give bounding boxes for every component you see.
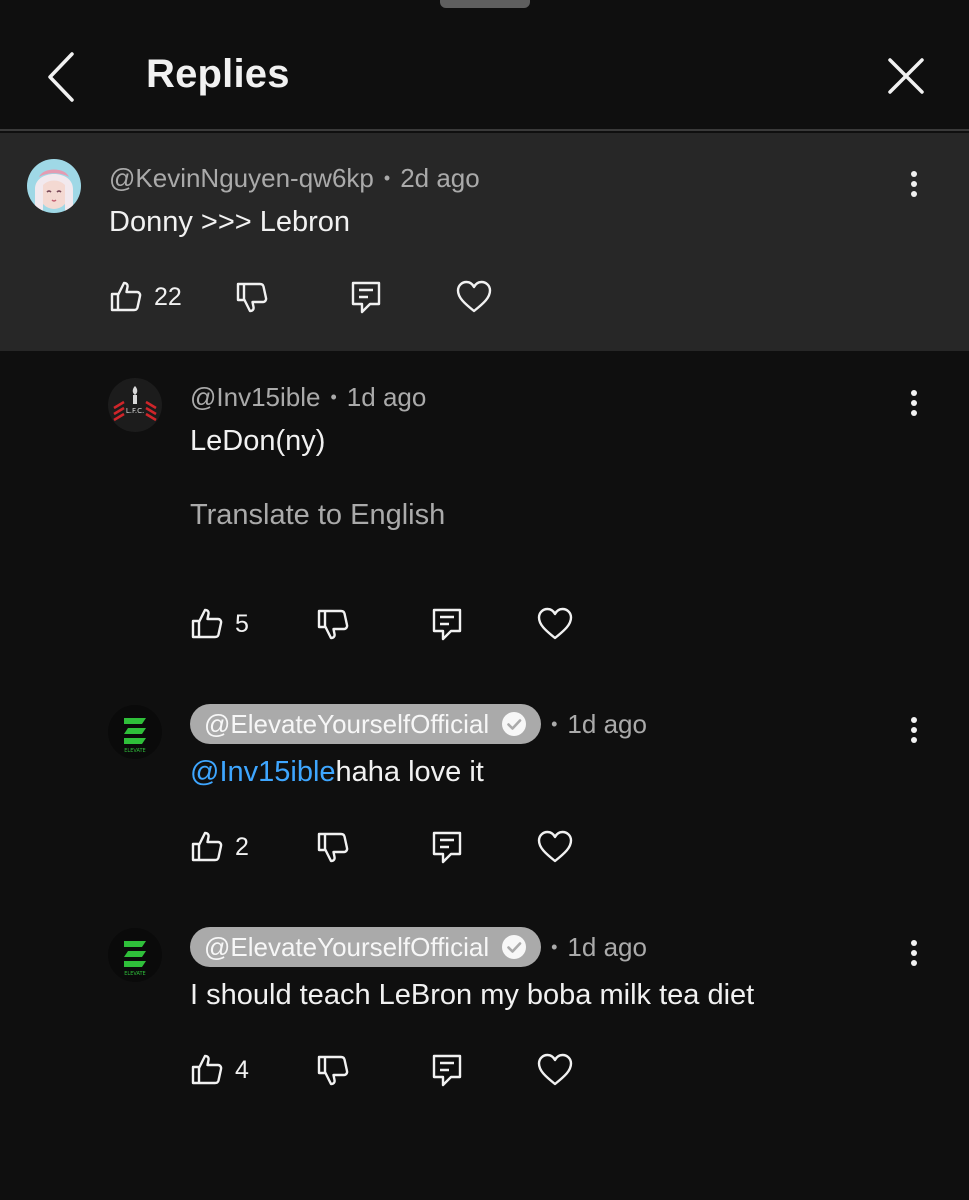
- heart-icon: [537, 606, 573, 642]
- heart-button[interactable]: [456, 277, 492, 317]
- separator-dot: •: [551, 936, 558, 957]
- comment-text: LeDon(ny): [190, 425, 326, 457]
- comment-icon: [429, 1052, 465, 1088]
- comment-time: 1d ago: [346, 382, 427, 412]
- like-button[interactable]: 22: [108, 277, 182, 317]
- parent-comment: @KevinNguyen-qw6kp • 2d ago Donny >>> Le…: [0, 133, 969, 351]
- thumb-down-icon: [234, 279, 270, 315]
- comment-actions: 2: [189, 827, 589, 867]
- like-count: 5: [235, 609, 249, 638]
- comment-meta: @KevinNguyen-qw6kp • 2d ago: [109, 163, 480, 194]
- lfc-avatar-image: L.F.C.: [108, 378, 162, 432]
- mention-link[interactable]: @Inv15ible: [190, 756, 336, 788]
- reply-item: ELEVATE @ElevateYourselfOfficial • 1d ag…: [0, 681, 969, 901]
- reply-button[interactable]: [429, 827, 465, 867]
- comment-text-body: haha love it: [335, 756, 484, 788]
- more-vertical-icon: [911, 171, 917, 177]
- reply-button[interactable]: [429, 1050, 465, 1090]
- reply-item: L.F.C. @Inv15ible • 1d ago LeDon(ny) Tra…: [0, 352, 969, 662]
- anime-avatar-image: [27, 159, 81, 213]
- close-icon: [888, 58, 924, 94]
- more-options-button[interactable]: [904, 936, 924, 976]
- more-vertical-icon: [911, 390, 917, 396]
- separator-dot: •: [330, 387, 337, 407]
- thumb-up-icon: [189, 606, 225, 642]
- like-count: 4: [235, 1055, 249, 1084]
- elevate-avatar-image: ELEVATE: [108, 705, 162, 759]
- comment-author[interactable]: @Inv15ible: [190, 382, 320, 413]
- comment-author[interactable]: @KevinNguyen-qw6kp: [109, 163, 374, 194]
- comment-actions: 4: [189, 1050, 589, 1090]
- comment-meta: @Inv15ible • 1d ago: [190, 382, 426, 413]
- reply-item: ELEVATE @ElevateYourselfOfficial • 1d ag…: [0, 904, 969, 1124]
- thumb-down-icon: [315, 606, 351, 642]
- comment-meta: @ElevateYourselfOfficial • 1d ago: [190, 927, 647, 967]
- comment-text: I should teach LeBron my boba milk tea d…: [190, 979, 755, 1011]
- like-count: 2: [235, 832, 249, 861]
- heart-button[interactable]: [537, 827, 573, 867]
- svg-text:ELEVATE: ELEVATE: [124, 748, 145, 754]
- check-circle-icon: [502, 935, 527, 959]
- dislike-button[interactable]: [315, 1050, 351, 1090]
- heart-icon: [537, 829, 573, 865]
- comment-icon: [429, 829, 465, 865]
- comment-meta: @ElevateYourselfOfficial • 1d ago: [190, 704, 647, 744]
- dislike-button[interactable]: [315, 604, 351, 644]
- svg-text:ELEVATE: ELEVATE: [124, 971, 145, 977]
- chevron-left-icon: [48, 52, 74, 102]
- avatar[interactable]: [27, 159, 81, 213]
- separator-dot: •: [551, 713, 558, 734]
- svg-text:L.F.C.: L.F.C.: [126, 407, 144, 415]
- thumb-down-icon: [315, 1052, 351, 1088]
- like-count: 22: [154, 282, 182, 311]
- check-circle-icon: [502, 712, 527, 736]
- creator-badge[interactable]: @ElevateYourselfOfficial: [190, 927, 542, 967]
- dislike-button[interactable]: [315, 827, 351, 867]
- comment-time: 2d ago: [400, 163, 480, 193]
- replies-header: Replies: [0, 0, 969, 131]
- back-button[interactable]: [40, 50, 84, 104]
- page-title: Replies: [146, 52, 290, 96]
- heart-icon: [456, 279, 492, 315]
- like-button[interactable]: 5: [189, 604, 249, 644]
- more-options-button[interactable]: [904, 713, 924, 753]
- translate-link[interactable]: Translate to English: [190, 499, 445, 532]
- close-button[interactable]: [884, 54, 928, 98]
- creator-badge[interactable]: @ElevateYourselfOfficial: [190, 704, 542, 744]
- comment-text: @Inv15iblehaha love it: [190, 756, 484, 789]
- reply-button[interactable]: [429, 604, 465, 644]
- thumb-down-icon: [315, 829, 351, 865]
- separator-dot: •: [383, 168, 391, 188]
- comment-icon: [348, 279, 384, 315]
- elevate-avatar-image: ELEVATE: [108, 928, 162, 982]
- comment-author: @ElevateYourselfOfficial: [204, 708, 490, 739]
- avatar[interactable]: ELEVATE: [108, 928, 162, 982]
- comment-actions: 5: [189, 604, 589, 644]
- comment-time: 1d ago: [567, 708, 647, 739]
- comment-time: 1d ago: [567, 931, 647, 962]
- heart-icon: [537, 1052, 573, 1088]
- like-button[interactable]: 2: [189, 827, 249, 867]
- like-button[interactable]: 4: [189, 1050, 249, 1090]
- more-vertical-icon: [911, 940, 917, 946]
- thumb-up-icon: [189, 829, 225, 865]
- avatar[interactable]: L.F.C.: [108, 378, 162, 432]
- thumb-up-icon: [189, 1052, 225, 1088]
- comment-icon: [429, 606, 465, 642]
- replies-panel: Replies @KevinNguyen-qw6kp • 2d ago Donn…: [0, 0, 969, 1200]
- heart-button[interactable]: [537, 1050, 573, 1090]
- more-vertical-icon: [911, 717, 917, 723]
- comment-actions: 22: [108, 277, 508, 317]
- dislike-button[interactable]: [234, 277, 270, 317]
- thumb-up-icon: [108, 279, 144, 315]
- heart-button[interactable]: [537, 604, 573, 644]
- avatar[interactable]: ELEVATE: [108, 705, 162, 759]
- more-options-button[interactable]: [904, 386, 924, 426]
- comment-text: Donny >>> Lebron: [109, 206, 351, 238]
- reply-button[interactable]: [348, 277, 384, 317]
- more-options-button[interactable]: [904, 167, 924, 207]
- comment-author: @ElevateYourselfOfficial: [204, 931, 490, 962]
